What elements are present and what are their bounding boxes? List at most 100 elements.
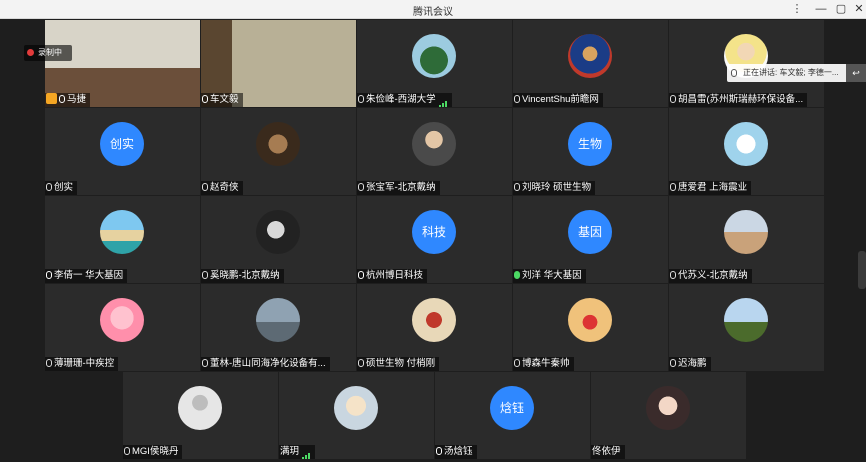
participant-name-bar: 满玥 — [279, 445, 316, 459]
participant-avatar: 焓钰 — [490, 386, 534, 430]
participant-avatar — [724, 122, 768, 166]
participant-name-bar: 马捷 — [45, 93, 91, 107]
participant-avatar — [724, 298, 768, 342]
host-icon — [46, 93, 57, 104]
participant-name: 刘晓玲 硕世生物 — [522, 182, 592, 193]
participant-name: 刘洋 华大基因 — [522, 270, 582, 281]
participant-avatar — [256, 122, 300, 166]
participant-tile[interactable]: 张宝军-北京戴纳 — [357, 108, 512, 195]
collapse-speaking-button[interactable]: ↩ — [846, 64, 866, 82]
participant-avatar: 创实 — [100, 122, 144, 166]
participant-avatar — [256, 210, 300, 254]
participant-tile[interactable]: 奚晓鹏-北京戴纳 — [201, 196, 356, 283]
participant-name-bar: 刘洋 华大基因 — [513, 269, 586, 283]
participant-avatar: 基因 — [568, 210, 612, 254]
participant-avatar — [100, 298, 144, 342]
participant-tile[interactable]: 生物刘晓玲 硕世生物 — [513, 108, 668, 195]
participant-tile[interactable]: 焓钰汤焓钰 — [435, 372, 590, 459]
participant-tile[interactable]: 朱俭峰-西湖大学 — [357, 20, 512, 107]
participant-name: VincentShu前瞻网 — [522, 94, 599, 105]
participant-name-bar: MGI侯晓丹 — [123, 445, 183, 459]
mic-icon — [46, 271, 52, 279]
mic-icon — [436, 447, 442, 455]
participant-tile[interactable]: MGI侯晓丹 — [123, 372, 278, 459]
participant-tile[interactable]: VincentShu前瞻网 — [513, 20, 668, 107]
participant-avatar — [334, 386, 378, 430]
mic-icon — [670, 183, 676, 191]
participant-tile[interactable]: 李倩一 华大基因 — [45, 196, 200, 283]
participant-avatar — [568, 298, 612, 342]
participant-tile[interactable]: 马捷 — [45, 20, 200, 107]
participant-name: 胡昌雷(苏州斯瑞赫环保设备... — [678, 94, 804, 105]
participant-avatar — [412, 122, 456, 166]
mic-icon — [202, 95, 208, 103]
mic-icon — [202, 183, 208, 191]
participant-name-bar: 硕世生物 付梢刚 — [357, 357, 440, 371]
mic-icon — [731, 69, 737, 77]
participant-tile[interactable]: 基因刘洋 华大基因 — [513, 196, 668, 283]
mic-icon — [514, 95, 520, 103]
mic-icon — [670, 95, 676, 103]
participant-avatar — [568, 34, 612, 78]
recording-indicator[interactable]: 录制中 — [24, 45, 72, 61]
participant-name-bar: 奚晓鹏-北京戴纳 — [201, 269, 284, 283]
participant-name: 杭州博日科技 — [366, 270, 424, 281]
participant-tile[interactable]: 董林-唐山同海净化设备有... — [201, 284, 356, 371]
participant-name-bar: 汤焓钰 — [435, 445, 477, 459]
participant-name-bar: 张宝军-北京戴纳 — [357, 181, 440, 195]
participant-tile[interactable]: 创实 创实 — [45, 108, 200, 195]
participant-avatar — [724, 210, 768, 254]
participant-avatar — [412, 34, 456, 78]
participant-name-bar: 唐爱君 上海震业 — [669, 181, 752, 195]
minimize-button[interactable]: — — [810, 1, 832, 18]
participant-tile[interactable]: 代苏义-北京戴纳 — [669, 196, 824, 283]
participant-tile[interactable]: 唐爱君 上海震业 — [669, 108, 824, 195]
participant-name-bar: 李倩一 华大基因 — [45, 269, 128, 283]
mic-icon — [46, 359, 52, 367]
participant-tile[interactable]: 硕世生物 付梢刚 — [357, 284, 512, 371]
signal-icon — [438, 94, 448, 107]
participant-tile[interactable]: 车文毅 — [201, 20, 356, 107]
participant-name-bar: 博森牛秦帅 — [513, 357, 574, 371]
close-button[interactable]: ✕ — [848, 1, 866, 18]
participant-name: 薄珊珊-中疾控 — [54, 358, 115, 369]
video-grid: 马捷 车文毅 朱俭峰-西湖大学 VincentShu前瞻网 胡昌雷(苏州斯瑞赫环保设备.… — [0, 19, 866, 462]
speaking-text: 正在讲话: 车文毅; 李德一... — [743, 68, 839, 77]
participant-avatar: 生物 — [568, 122, 612, 166]
mic-icon — [59, 95, 65, 103]
participant-name-bar: 刘晓玲 硕世生物 — [513, 181, 596, 195]
mic-icon — [514, 271, 520, 279]
participant-tile[interactable]: 迟海鹏 — [669, 284, 824, 371]
participant-tile[interactable]: 佟依伊 — [591, 372, 746, 459]
participant-name: 奚晓鹏-北京戴纳 — [210, 270, 280, 281]
participant-name-bar: VincentShu前瞻网 — [513, 93, 603, 107]
participant-tile[interactable]: 博森牛秦帅 — [513, 284, 668, 371]
participant-name: 张宝军-北京戴纳 — [366, 182, 436, 193]
participant-tile[interactable]: 赵奇侠 — [201, 108, 356, 195]
pin-icon[interactable]: ⋮ — [786, 1, 808, 18]
participant-name-bar: 佟依伊 — [591, 445, 625, 459]
scrollbar[interactable] — [858, 251, 866, 289]
mic-icon — [670, 271, 676, 279]
mic-icon — [46, 183, 52, 191]
mic-icon — [358, 183, 364, 191]
participant-avatar: 科技 — [412, 210, 456, 254]
participant-name: 唐爱君 上海震业 — [678, 182, 748, 193]
participant-name: 创实 — [54, 182, 74, 193]
participant-tile[interactable]: 科技杭州博日科技 — [357, 196, 512, 283]
participant-name-bar: 朱俭峰-西湖大学 — [357, 93, 452, 107]
participant-name: 满玥 — [280, 446, 300, 457]
participant-tile[interactable]: 满玥 — [279, 372, 434, 459]
participant-name: 博森牛秦帅 — [522, 358, 570, 369]
participant-name-bar: 代苏义-北京戴纳 — [669, 269, 752, 283]
mic-icon — [358, 271, 364, 279]
participant-name: 董林-唐山同海净化设备有... — [210, 358, 326, 369]
participant-name: 代苏义-北京戴纳 — [678, 270, 748, 281]
participant-name: 李倩一 华大基因 — [54, 270, 124, 281]
participant-avatar — [646, 386, 690, 430]
signal-icon — [302, 446, 311, 459]
mic-icon — [514, 359, 520, 367]
participant-name: 佟依伊 — [592, 446, 621, 457]
participant-name-bar: 创实 — [45, 181, 78, 195]
participant-tile[interactable]: 薄珊珊-中疾控 — [45, 284, 200, 371]
